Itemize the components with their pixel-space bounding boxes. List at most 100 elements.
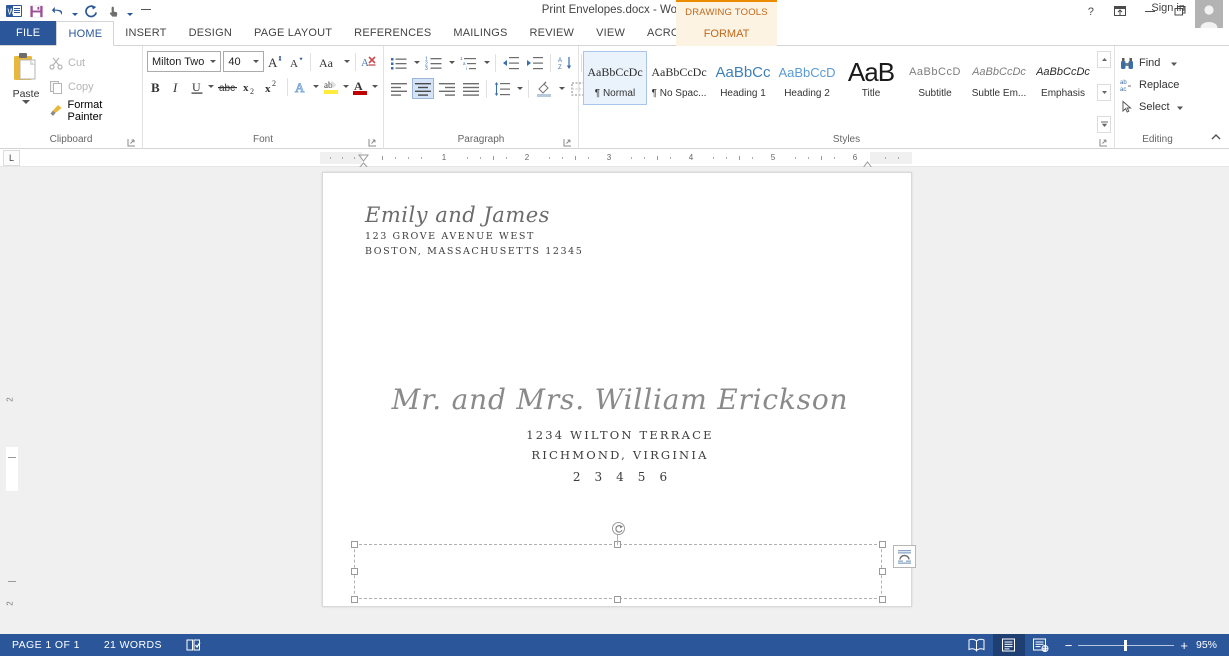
subscript-button[interactable]: x2 (241, 76, 261, 97)
redo-icon[interactable] (81, 1, 101, 21)
italic-button[interactable]: I (167, 76, 185, 97)
resize-handle-middle-left[interactable] (351, 568, 358, 575)
rotation-handle[interactable] (612, 522, 625, 535)
undo-dropdown-icon[interactable] (70, 1, 79, 21)
font-dialog-launcher[interactable] (368, 138, 377, 147)
styles-scroll-up-button[interactable] (1097, 51, 1111, 68)
tab-file[interactable]: FILE (0, 21, 57, 45)
tab-references[interactable]: REFERENCES (343, 21, 442, 45)
highlight-dropdown-icon[interactable] (342, 76, 349, 97)
replace-button[interactable]: ab ac Replace (1119, 75, 1184, 94)
line-spacing-button[interactable] (491, 78, 513, 99)
paragraph-dialog-launcher[interactable] (563, 138, 572, 147)
resize-handle-bottom-center[interactable] (614, 596, 621, 603)
tab-insert[interactable]: INSERT (114, 21, 177, 45)
tab-review[interactable]: REVIEW (519, 21, 586, 45)
change-case-dropdown-icon[interactable] (343, 51, 351, 72)
recipient-address-block[interactable]: Mr. and Mrs. William Erickson 1234 WILTO… (356, 378, 884, 484)
find-dropdown-icon[interactable] (1170, 59, 1178, 67)
zoom-level-label[interactable]: 95% (1196, 639, 1229, 651)
vertical-ruler[interactable]: 2 2 (6, 337, 18, 653)
font-name-dropdown-icon[interactable] (206, 60, 220, 63)
sign-in-button[interactable]: Sign in (1151, 2, 1185, 14)
word-logo-icon[interactable]: W (4, 1, 24, 21)
style-subtitle[interactable]: AaBbCcD Subtitle (903, 51, 967, 105)
document-canvas[interactable]: 2 2 Emily and James 123 GROVE AVENUE WES… (0, 167, 1229, 653)
align-left-button[interactable] (388, 78, 410, 99)
layout-options-button[interactable] (893, 545, 916, 568)
bold-button[interactable]: B (147, 76, 165, 97)
find-button[interactable]: Find (1119, 53, 1184, 72)
select-dropdown-icon[interactable] (1176, 103, 1184, 111)
style-heading-1[interactable]: AaBbCc Heading 1 (711, 51, 775, 105)
collapse-ribbon-button[interactable] (1209, 130, 1223, 144)
clipboard-dialog-launcher[interactable] (127, 138, 136, 147)
tab-format[interactable]: FORMAT (676, 22, 777, 47)
save-icon[interactable] (26, 1, 46, 21)
status-proofing-icon[interactable] (174, 634, 214, 656)
bullets-button[interactable] (388, 52, 410, 73)
numbering-dropdown-icon[interactable] (447, 52, 456, 73)
format-painter-button[interactable]: Format Painter (48, 99, 138, 123)
touch-mode-icon[interactable] (103, 1, 123, 21)
help-icon[interactable]: ? (1075, 0, 1105, 22)
undo-icon[interactable] (48, 1, 68, 21)
view-read-mode-button[interactable] (961, 634, 993, 656)
style-heading-2[interactable]: AaBbCcD Heading 2 (775, 51, 839, 105)
highlight-button[interactable]: ab (322, 76, 340, 97)
style-title[interactable]: AaB Title (839, 51, 903, 105)
tab-design[interactable]: DESIGN (178, 21, 243, 45)
tab-view[interactable]: VIEW (585, 21, 636, 45)
zoom-out-button[interactable]: − (1065, 638, 1073, 653)
zoom-slider[interactable]: − + (1057, 638, 1196, 653)
font-color-button[interactable]: A (351, 76, 369, 97)
style-subtle-emphasis[interactable]: AaBbCcDc Subtle Em... (967, 51, 1031, 105)
view-print-layout-button[interactable] (992, 634, 1025, 656)
tab-mailings[interactable]: MAILINGS (442, 21, 518, 45)
ruler-track[interactable]: 1 2 3 4 5 6 (320, 152, 912, 164)
decrease-indent-button[interactable] (500, 52, 522, 73)
tab-home[interactable]: HOME (56, 21, 115, 46)
align-right-button[interactable] (436, 78, 458, 99)
font-color-dropdown-icon[interactable] (372, 76, 379, 97)
underline-button[interactable]: U (187, 76, 205, 97)
resize-handle-bottom-right[interactable] (879, 596, 886, 603)
line-spacing-dropdown-icon[interactable] (515, 78, 524, 99)
shading-button[interactable] (533, 78, 555, 99)
styles-scroll-down-button[interactable] (1097, 83, 1111, 101)
ribbon-display-options-icon[interactable] (1105, 0, 1135, 22)
font-name-combo[interactable]: Milton Two (147, 51, 222, 72)
sort-button[interactable]: AZ (555, 52, 577, 73)
strikethrough-button[interactable]: abc (217, 76, 239, 97)
increase-indent-button[interactable] (524, 52, 546, 73)
tab-page-layout[interactable]: PAGE LAYOUT (243, 21, 343, 45)
align-center-button[interactable] (412, 78, 434, 99)
resize-handle-top-left[interactable] (351, 541, 358, 548)
copy-button[interactable]: Copy (48, 77, 138, 97)
resize-handle-middle-right[interactable] (879, 568, 886, 575)
style-normal[interactable]: AaBbCcDc ¶ Normal (583, 51, 647, 105)
resize-handle-top-right[interactable] (879, 541, 886, 548)
resize-handle-bottom-left[interactable] (351, 596, 358, 603)
horizontal-ruler[interactable]: L 1 2 3 4 5 6 (0, 149, 1229, 178)
style-no-spacing[interactable]: AaBbCcDc ¶ No Spac... (647, 51, 711, 105)
text-effects-dropdown-icon[interactable] (312, 76, 319, 97)
shrink-font-button[interactable]: A (287, 51, 306, 72)
paste-dropdown-icon[interactable] (22, 100, 30, 108)
return-address-block[interactable]: Emily and James 123 GROVE AVENUE WEST BO… (365, 203, 583, 257)
bullets-dropdown-icon[interactable] (412, 52, 421, 73)
cut-button[interactable]: Cut (48, 53, 138, 73)
paste-button[interactable]: Paste (4, 49, 48, 133)
underline-dropdown-icon[interactable] (208, 76, 215, 97)
font-size-combo[interactable]: 40 (223, 51, 264, 72)
styles-more-button[interactable] (1097, 116, 1111, 133)
shading-dropdown-icon[interactable] (557, 78, 566, 99)
select-button[interactable]: Select (1119, 97, 1184, 116)
styles-dialog-launcher[interactable] (1099, 138, 1108, 147)
customize-qat-icon[interactable] (136, 1, 156, 21)
touch-mode-dropdown-icon[interactable] (125, 1, 134, 21)
style-emphasis[interactable]: AaBbCcDc Emphasis (1031, 51, 1095, 105)
grow-font-button[interactable]: A (266, 51, 285, 72)
multilevel-dropdown-icon[interactable] (482, 52, 491, 73)
view-web-layout-button[interactable] (1025, 634, 1057, 656)
